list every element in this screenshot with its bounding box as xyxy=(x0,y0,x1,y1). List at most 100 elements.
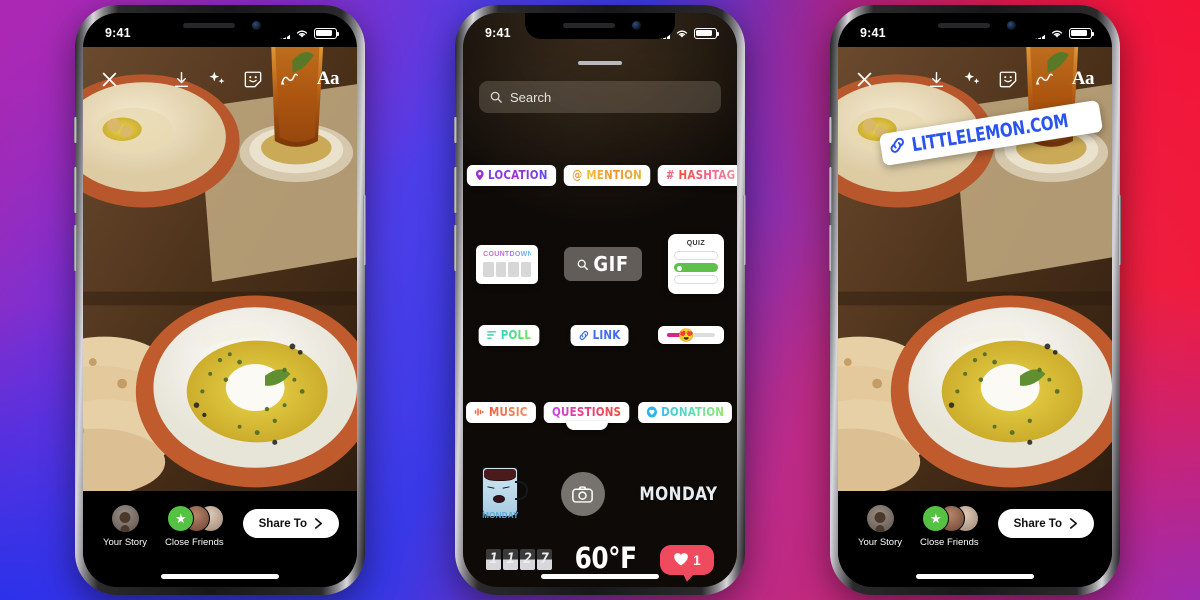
sparkles-icon[interactable] xyxy=(963,70,981,88)
sticker-row: 1 1 2 7 60°F 1 xyxy=(463,543,737,577)
clock-digit: 2 xyxy=(520,549,536,571)
slider-track: 😍 xyxy=(666,329,715,342)
home-indicator[interactable] xyxy=(541,574,659,579)
draw-squiggle-icon[interactable] xyxy=(280,71,299,88)
sticker-smiley-icon[interactable] xyxy=(244,70,262,88)
mute-switch[interactable] xyxy=(454,117,457,143)
slider-emoji-knob[interactable]: 😍 xyxy=(678,329,694,342)
chevron-right-icon xyxy=(1069,518,1078,529)
mug-handle xyxy=(515,481,529,500)
sticker-camera[interactable] xyxy=(560,472,605,516)
drag-handle[interactable] xyxy=(578,61,622,65)
close-friends-option[interactable]: ★ Close Friends xyxy=(165,505,225,548)
sticker-smiley-icon[interactable] xyxy=(999,70,1017,88)
quiz-option xyxy=(673,275,718,284)
battery-icon xyxy=(1069,27,1095,39)
phone-screen-right: LITTLELEMON.COM Aa Your Story ★ Close Fr… xyxy=(838,13,1112,587)
volume-down-button[interactable] xyxy=(74,225,77,271)
share-to-button[interactable]: Share To xyxy=(997,509,1094,538)
mug-eye-left xyxy=(486,486,495,493)
hash-icon: # xyxy=(665,167,675,182)
notch xyxy=(525,13,675,39)
story-editor: Aa Your Story ★ Close Friends Share To xyxy=(83,13,357,587)
sticker-temperature[interactable]: 60°F xyxy=(572,543,640,577)
share-to-button[interactable]: Share To xyxy=(242,509,339,538)
text-tool-icon[interactable]: Aa xyxy=(317,68,340,90)
power-button[interactable] xyxy=(363,195,366,265)
chevron-right-icon xyxy=(314,518,323,529)
download-icon[interactable] xyxy=(173,71,190,88)
earpiece-speaker xyxy=(938,23,990,28)
your-story-option[interactable]: Your Story xyxy=(103,505,147,548)
your-story-label: Your Story xyxy=(103,537,148,548)
heart-circle-icon xyxy=(646,406,658,418)
home-indicator[interactable] xyxy=(161,574,279,579)
story-bottom-bar-right: Your Story ★ Close Friends Share To xyxy=(838,491,1112,587)
sticker-label: MUSIC xyxy=(489,404,528,419)
audience-options: Your Story ★ Close Friends xyxy=(858,505,980,548)
location-pin-icon xyxy=(475,170,484,181)
sparkles-icon[interactable] xyxy=(208,70,226,88)
countdown-digit-boxes xyxy=(483,261,532,277)
close-friends-label: Close Friends xyxy=(920,537,979,548)
volume-down-button[interactable] xyxy=(829,225,832,271)
sticker-donation[interactable]: DONATION xyxy=(638,402,733,423)
power-button[interactable] xyxy=(1118,195,1121,265)
sticker-location[interactable]: LOCATION xyxy=(466,165,556,186)
volume-up-button[interactable] xyxy=(829,167,832,213)
wifi-icon xyxy=(675,28,689,39)
music-waveform-icon xyxy=(475,408,485,416)
sticker-questions[interactable]: QUESTIONS xyxy=(540,402,633,430)
mute-switch[interactable] xyxy=(829,117,832,143)
sticker-row: COUNTDOWN GIF QUIZ xyxy=(463,234,737,294)
download-icon[interactable] xyxy=(928,71,945,88)
notch xyxy=(145,13,295,39)
sticker-monday-mug[interactable]: MONDAY xyxy=(478,465,530,523)
sticker-emoji-slider[interactable]: 😍 xyxy=(657,326,724,345)
avatar xyxy=(866,505,894,532)
sticker-clock[interactable]: 1 1 2 7 xyxy=(486,549,553,571)
volume-up-button[interactable] xyxy=(74,167,77,213)
battery-icon xyxy=(694,27,720,39)
story-photo xyxy=(83,47,357,491)
sticker-link[interactable]: LINK xyxy=(570,325,630,346)
close-icon[interactable] xyxy=(101,71,118,88)
your-story-label: Your Story xyxy=(858,537,903,548)
heart-icon xyxy=(674,553,688,566)
close-icon[interactable] xyxy=(856,71,873,88)
volume-down-button[interactable] xyxy=(454,225,457,271)
sticker-label: DONATION xyxy=(661,404,725,419)
home-indicator[interactable] xyxy=(916,574,1034,579)
mute-switch[interactable] xyxy=(74,117,77,143)
sticker-gif[interactable]: GIF xyxy=(564,247,642,281)
phone-screen-left: Aa Your Story ★ Close Friends Share To 9… xyxy=(83,13,357,587)
poll-bars-icon xyxy=(487,331,497,340)
sticker-poll[interactable]: POLL xyxy=(478,325,540,346)
clock-digit: 7 xyxy=(537,549,553,571)
sticker-label: MONDAY xyxy=(482,511,519,520)
sticker-like-counter[interactable]: 1 xyxy=(660,544,714,575)
close-friends-option[interactable]: ★ Close Friends xyxy=(920,505,980,548)
draw-squiggle-icon[interactable] xyxy=(1035,71,1054,88)
sticker-hashtag[interactable]: # HASHTAG xyxy=(657,165,737,186)
avatar xyxy=(111,505,139,532)
sticker-music[interactable]: MUSIC xyxy=(466,402,537,423)
share-to-label: Share To xyxy=(1013,517,1062,530)
sticker-countdown[interactable]: COUNTDOWN xyxy=(476,244,539,284)
volume-up-button[interactable] xyxy=(454,167,457,213)
sticker-quiz[interactable]: QUIZ xyxy=(667,234,724,294)
sticker-tray: Search LOCATION @ MENTION # HASHTAG COUN… xyxy=(463,13,737,587)
screenshot-stage: Aa Your Story ★ Close Friends Share To 9… xyxy=(0,0,1200,600)
your-story-option[interactable]: Your Story xyxy=(858,505,902,548)
earpiece-speaker xyxy=(183,23,235,28)
search-placeholder: Search xyxy=(510,89,552,105)
sticker-label: QUIZ xyxy=(686,240,706,247)
sticker-monday-text[interactable]: MONDAY xyxy=(639,483,717,505)
power-button[interactable] xyxy=(743,195,746,265)
text-tool-icon[interactable]: Aa xyxy=(1072,68,1095,90)
chain-link-icon xyxy=(579,330,589,340)
search-input[interactable]: Search xyxy=(479,81,721,113)
share-to-label: Share To xyxy=(258,517,307,530)
sticker-mention[interactable]: @ MENTION xyxy=(563,165,650,186)
mug-coffee xyxy=(484,469,517,481)
